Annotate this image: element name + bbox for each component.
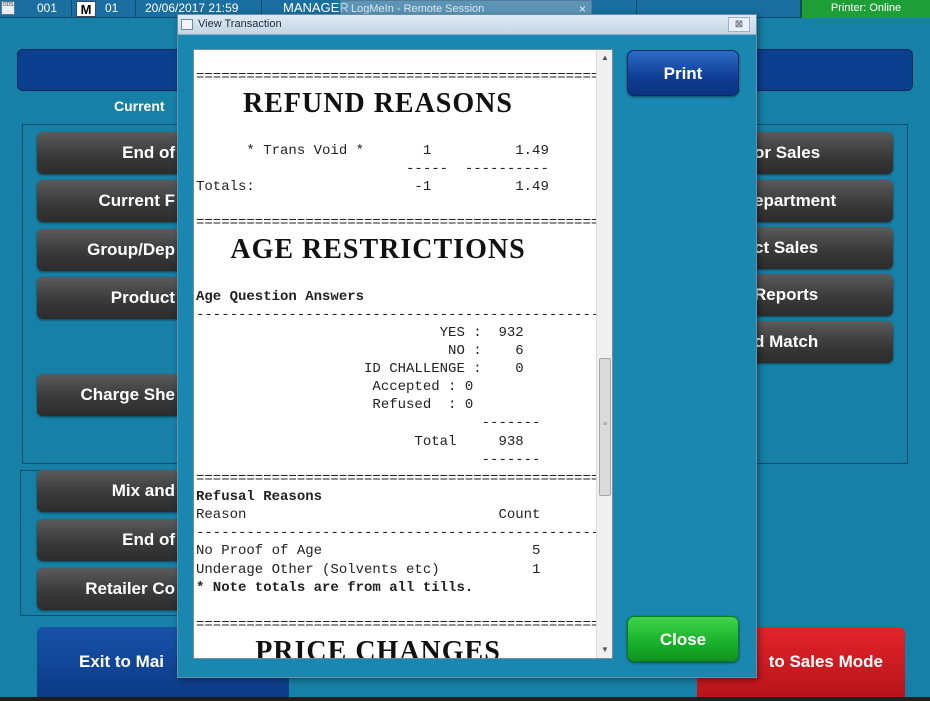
app-icon: ODS <box>1 1 15 15</box>
taskbar-edge <box>0 697 930 701</box>
total-row: Total 938 <box>196 434 524 450</box>
current-button[interactable]: Current F <box>37 180 187 222</box>
dialog-titlebar[interactable]: View Transaction ⊠ <box>178 15 756 35</box>
store-number: 001 <box>32 0 72 18</box>
separator-line: ========================================… <box>196 471 596 487</box>
print-button[interactable]: Print <box>627 50 739 96</box>
total-separator: ------- <box>196 415 541 431</box>
trans-void-row: * Trans Void * 1 1.49 <box>196 143 549 159</box>
note-row: * Note totals are from all tills. <box>196 580 474 596</box>
product-sales-button[interactable]: ct Sales <box>740 227 893 269</box>
close-icon[interactable]: ⊠ <box>728 17 750 32</box>
end-of-button[interactable]: End of <box>37 132 187 174</box>
underage-other-row: Underage Other (Solvents etc) 1 <box>196 562 541 578</box>
id-challenge-row: ID CHALLENGE : 0 <box>196 361 524 377</box>
close-button[interactable]: Close <box>627 616 739 662</box>
age-question-heading: Age Question Answers <box>196 289 365 305</box>
mode-indicator: M <box>76 1 96 17</box>
end-of-period-button[interactable]: End of <box>37 519 187 561</box>
separator-dash: ----------------------------------------… <box>196 307 596 323</box>
yes-row: YES : 932 <box>196 325 524 341</box>
accepted-row: Accepted : 0 <box>196 379 474 395</box>
separator-line: ========================================… <box>196 215 596 231</box>
separator-line: ========================================… <box>196 69 596 85</box>
scroll-thumb[interactable]: ≡ <box>599 358 611 496</box>
mix-match-button[interactable]: d Match <box>740 321 893 363</box>
age-restrictions-heading: AGE RESTRICTIONS <box>230 234 526 265</box>
product-button[interactable]: Product <box>37 277 187 319</box>
separator-line: ========================================… <box>196 617 596 633</box>
price-changes-heading: PRICE CHANGES <box>255 636 501 658</box>
refusal-reasons-heading: Refusal Reasons <box>196 489 323 505</box>
subtotal-separator: ----- ---------- <box>196 161 549 177</box>
current-label: Current <box>114 98 165 114</box>
retailer-button[interactable]: Retailer Co <box>37 568 187 610</box>
vendor-sales-button[interactable]: or Sales <box>740 132 893 174</box>
grip-icon: ≡ <box>603 421 608 428</box>
reason-count-header: Reason Count <box>196 507 541 523</box>
printer-status: Printer: Online <box>801 0 930 18</box>
scroll-up-icon[interactable]: ▲ <box>597 50 612 66</box>
no-row: NO : 6 <box>196 343 524 359</box>
receipt-content: ========================================… <box>194 50 596 658</box>
refund-reasons-heading: REFUND REASONS <box>243 88 513 119</box>
receipt-scrollbar[interactable]: ▲ ≡ ▼ <box>596 50 612 658</box>
separator-dash: ----------------------------------------… <box>196 525 596 541</box>
refused-row: Refused : 0 <box>196 397 474 413</box>
no-proof-of-age-row: No Proof of Age 5 <box>196 543 541 559</box>
dialog-title: View Transaction <box>198 18 282 30</box>
department-button[interactable]: epartment <box>740 180 893 222</box>
receipt-viewer[interactable]: ========================================… <box>193 49 613 659</box>
till-number: 01 <box>100 0 136 18</box>
scroll-down-icon[interactable]: ▼ <box>597 642 612 658</box>
view-transaction-dialog: View Transaction ⊠ =====================… <box>177 14 757 678</box>
window-icon <box>181 19 193 30</box>
group-department-button[interactable]: Group/Dep <box>37 229 187 271</box>
total-separator: ------- <box>196 452 541 468</box>
totals-row: Totals: -1 1.49 <box>196 179 549 195</box>
charge-sheet-button[interactable]: Charge She <box>37 374 187 416</box>
reports-button[interactable]: Reports <box>740 274 893 316</box>
mix-and-match-button[interactable]: Mix and <box>37 470 187 512</box>
